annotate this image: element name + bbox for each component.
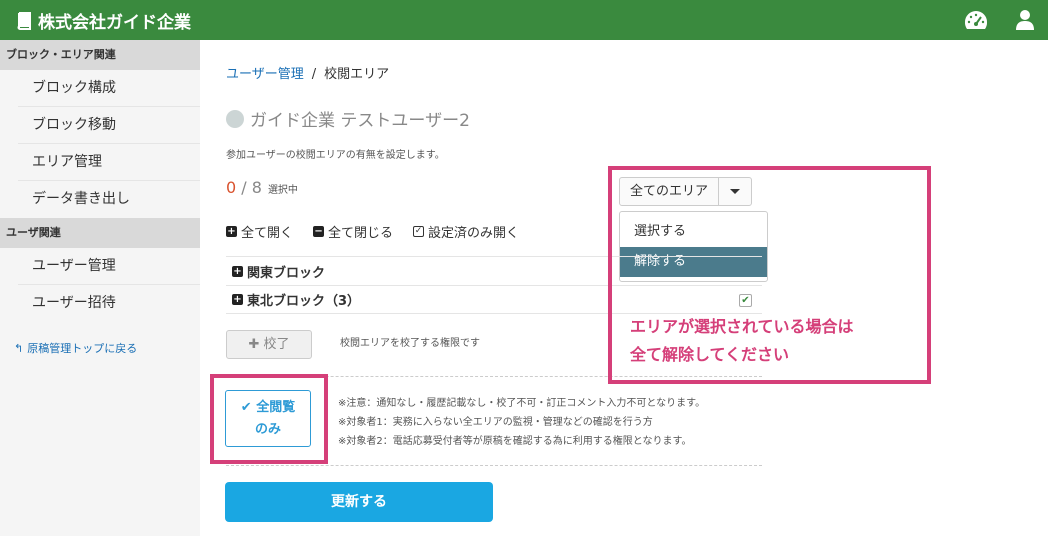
selected-count: 0 <box>226 178 237 197</box>
count-separator: / <box>236 178 252 197</box>
sidebar-item-user-invite[interactable]: ユーザー招待 <box>18 285 200 322</box>
back-link-label: 原稿管理トップに戻る <box>27 342 138 355</box>
top-bar: 株式会社ガイド企業 <box>0 0 1048 40</box>
sidebar-item-block-config[interactable]: ブロック構成 <box>18 70 200 107</box>
selected-label: 選択中 <box>267 185 298 196</box>
sidebar-item-data-export[interactable]: データ書き出し <box>18 181 200 218</box>
user-avatar-icon <box>226 109 244 128</box>
collapse-all-label: 全て閉じる <box>328 226 394 241</box>
notes: ※注意：通知なし・履歴記載なし・校了不可・訂正コメント入力不可となります。 ※対… <box>338 394 705 451</box>
divider <box>226 465 762 466</box>
reply-arrow-icon: ↰ <box>14 341 24 355</box>
sidebar-item-block-move[interactable]: ブロック移動 <box>18 107 200 144</box>
tree-row-label: 関東ブロック <box>247 265 326 281</box>
annotation-line1: エリアが選択されている場合は <box>630 317 854 336</box>
sidebar-item-user-manage[interactable]: ユーザー管理 <box>18 248 200 285</box>
plus-icon: ✚ <box>248 337 264 352</box>
breadcrumb-link-user-manage[interactable]: ユーザー管理 <box>226 67 304 82</box>
page-description: 参加ユーザーの校閲エリアの有無を設定します。 <box>226 150 445 161</box>
user-icon[interactable] <box>1015 9 1035 31</box>
note-line: ※注意：通知なし・履歴記載なし・校了不可・訂正コメント入力不可となります。 <box>338 398 706 409</box>
tree-toolbar: + 全て開く − 全て閉じる ✓ 設定済のみ開く <box>226 222 519 241</box>
note-line: ※対象者2：電話応募受付者等が原稿を確認する為に利用する権限となります。 <box>338 436 692 447</box>
book-icon <box>17 11 31 30</box>
kouryo-note: 校閲エリアを校了する権限です <box>340 338 480 349</box>
breadcrumb-current: 校閲エリア <box>324 67 390 82</box>
dashboard-icon[interactable] <box>964 9 988 31</box>
sidebar-heading-block-area: ブロック・エリア関連 <box>0 40 200 70</box>
open-configured-button[interactable]: ✓ 設定済のみ開く <box>413 222 519 241</box>
expand-all-label: 全て開く <box>241 226 294 241</box>
minus-square-icon: − <box>313 226 325 237</box>
collapse-all-button[interactable]: − 全て閉じる <box>313 222 393 241</box>
annotation-box-full-view <box>210 374 328 464</box>
annotation-callout: エリアが選択されている場合は 全て解除してください <box>630 313 854 369</box>
update-button[interactable]: 更新する <box>225 482 493 522</box>
kouryo-label: 校了 <box>263 337 290 352</box>
sidebar-heading-user: ユーザ関連 <box>0 218 200 248</box>
sidebar: ブロック・エリア関連 ブロック構成 ブロック移動 エリア管理 データ書き出し ユ… <box>0 40 200 536</box>
kouryo-button[interactable]: ✚ 校了 <box>226 330 312 359</box>
plus-square-icon: + <box>226 226 237 237</box>
check-square-icon: ✓ <box>413 226 425 237</box>
total-count: 8 <box>251 178 262 197</box>
breadcrumb: ユーザー管理 / 校閲エリア <box>226 63 389 82</box>
open-configured-label: 設定済のみ開く <box>428 226 520 241</box>
sidebar-item-area-manage[interactable]: エリア管理 <box>18 144 200 181</box>
brand-title: 株式会社ガイド企業 <box>38 13 191 33</box>
expand-all-button[interactable]: + 全て開く <box>226 222 293 241</box>
brand[interactable]: 株式会社ガイド企業 <box>16 8 191 33</box>
page-title: ガイド企業 テストユーザー2 <box>226 106 470 131</box>
note-line: ※対象者1：実務に入らない全エリアの監視・管理などの確認を行う方 <box>338 417 653 428</box>
back-to-top-link[interactable]: ↰ 原稿管理トップに戻る <box>0 340 200 356</box>
tree-row-label: 東北ブロック（3） <box>247 294 361 309</box>
plus-square-icon[interactable]: + <box>232 265 243 277</box>
plus-square-icon[interactable]: + <box>232 294 243 305</box>
annotation-line2: 全て解除してください <box>630 345 790 364</box>
page-title-text: ガイド企業 テストユーザー2 <box>250 111 470 131</box>
breadcrumb-separator: / <box>311 67 317 82</box>
selection-count: 0 / 8 選択中 <box>226 178 298 197</box>
